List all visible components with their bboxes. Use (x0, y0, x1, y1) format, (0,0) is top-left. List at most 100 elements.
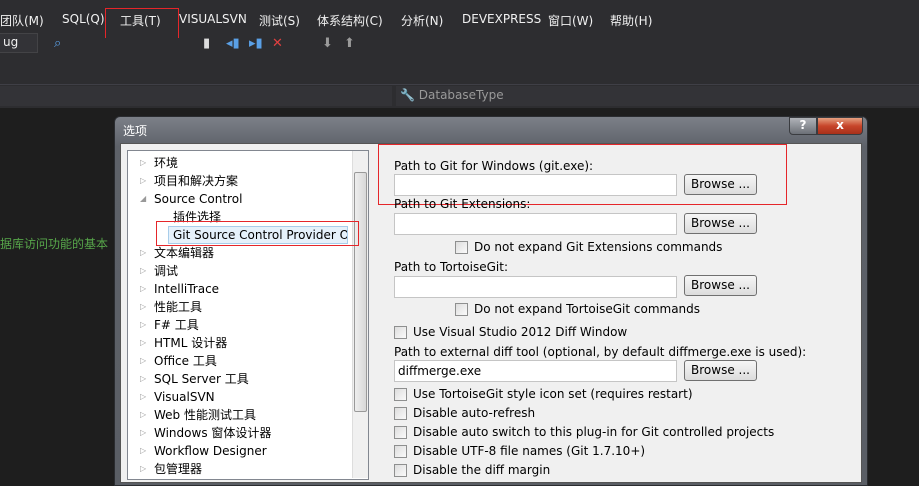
next-bookmark-icon[interactable]: ▸▮ (249, 36, 263, 51)
tree-item-label: 环境 (154, 156, 179, 170)
option-checkbox-label: Disable UTF-8 file names (Git 1.7.10+) (413, 444, 646, 458)
tree-item-label: VisualSVN (154, 390, 215, 404)
tree-item-label: Windows 窗体设计器 (154, 426, 272, 440)
option-checkbox[interactable] (394, 426, 407, 439)
arrow-down-icon[interactable]: ⬇ (322, 36, 333, 51)
expand-arrow-icon[interactable]: ▷ (140, 424, 146, 442)
option-checkbox-label: Use TortoiseGit style icon set (requires… (413, 387, 693, 401)
diff-path-label: Path to external diff tool (optional, by… (394, 345, 807, 359)
bookmark-icon[interactable]: ▮ (203, 36, 210, 51)
expand-arrow-icon[interactable]: ▷ (140, 298, 146, 316)
git-browse-button[interactable]: Browse ... (684, 174, 757, 195)
tree-item-label: 文本编辑器 (154, 246, 215, 260)
tree-item[interactable]: ▷ 性能工具 (128, 298, 202, 316)
git-path-input[interactable] (394, 174, 677, 196)
tree-item[interactable]: ▷ Workflow Designer (128, 442, 267, 460)
tree-item-label: 性能工具 (154, 300, 203, 314)
tgit-path-label: Path to TortoiseGit: (394, 260, 508, 274)
menu-visualsvn[interactable]: VISUALSVN (179, 12, 247, 26)
tree-item-label: HTML 设计器 (154, 336, 228, 350)
type-dropdown[interactable] (0, 86, 392, 106)
vs2012diff-checkbox[interactable] (394, 326, 407, 339)
option-checkbox[interactable] (394, 445, 407, 458)
expand-arrow-icon[interactable]: ▷ (140, 316, 146, 334)
menu-bar: 团队(M) SQL(Q) 工具(T) VISUALSVN 测试(S) 体系结构(… (0, 0, 919, 39)
expand-arrow-icon[interactable]: ▷ (140, 370, 146, 388)
gitext-noexpand-label: Do not expand Git Extensions commands (474, 240, 723, 254)
tree-item[interactable]: ▷ 项目和解决方案 (128, 172, 238, 190)
solution-config-dropdown[interactable]: ug (0, 33, 38, 53)
tree-item-label: Office 工具 (154, 354, 217, 368)
menu-team[interactable]: 团队(M) (0, 12, 44, 29)
arrow-up-icon[interactable]: ⬆ (344, 36, 355, 51)
tree-item[interactable]: ▷ 调试 (128, 262, 178, 280)
tree-item[interactable]: ▷ VisualSVN (128, 388, 215, 406)
member-dropdown[interactable]: 🔧 DatabaseType (396, 86, 919, 106)
menu-window[interactable]: 窗口(W) (548, 12, 593, 29)
tree-item[interactable]: ▷ 文本编辑器 (128, 244, 214, 262)
tgit-noexpand-checkbox[interactable] (455, 303, 468, 316)
tgit-noexpand-label: Do not expand TortoiseGit commands (474, 302, 701, 316)
close-button[interactable]: x (817, 117, 863, 135)
menu-test[interactable]: 测试(S) (259, 12, 300, 29)
clear-bookmarks-icon[interactable]: ✕ (272, 36, 283, 51)
menu-sql[interactable]: SQL(Q) (62, 12, 105, 26)
tree-item-label: 项目和解决方案 (154, 174, 239, 188)
menu-devexpress[interactable]: DEVEXPRESS (462, 12, 541, 26)
expand-arrow-icon[interactable]: ▷ (140, 262, 146, 280)
menu-help[interactable]: 帮助(H) (610, 12, 652, 29)
diff-browse-button[interactable]: Browse ... (684, 360, 757, 381)
tree-item[interactable]: ▷ IntelliTrace (128, 280, 219, 298)
option-checkbox-label: Disable the diff margin (413, 463, 551, 477)
scrollbar-thumb[interactable] (354, 172, 367, 412)
tree-item[interactable]: ▷ Web 性能测试工具 (128, 406, 256, 424)
diff-path-input[interactable]: diffmerge.exe (394, 360, 677, 382)
tree-item-label: IntelliTrace (154, 282, 220, 296)
expand-arrow-icon[interactable]: ▷ (140, 334, 146, 352)
option-checkbox[interactable] (394, 464, 407, 477)
code-comment: 据库访问功能的基本 (0, 237, 109, 251)
expand-arrow-icon[interactable]: ▷ (140, 406, 146, 424)
tgit-path-input[interactable] (394, 276, 677, 298)
gitext-browse-button[interactable]: Browse ... (684, 213, 757, 234)
expand-arrow-icon[interactable]: ▷ (140, 154, 146, 172)
tree-item[interactable]: ▷ HTML 设计器 (128, 334, 227, 352)
gitext-noexpand-checkbox[interactable] (455, 241, 468, 254)
prev-bookmark-icon[interactable]: ◂▮ (226, 36, 240, 51)
gitext-path-input[interactable] (394, 213, 677, 235)
tree-item-label: Source Control (154, 192, 243, 206)
expand-arrow-icon[interactable]: ▷ (140, 460, 146, 478)
tree-item-label: SQL Server 工具 (154, 372, 249, 386)
tree-item-label: F# 工具 (154, 318, 199, 332)
option-checkbox[interactable] (394, 407, 407, 420)
tree-item[interactable]: ▷ 包管理器 (128, 460, 202, 478)
expand-arrow-icon[interactable]: ▷ (140, 442, 146, 460)
expand-arrow-icon[interactable]: ▷ (140, 352, 146, 370)
tree-item-label: 包管理器 (154, 462, 203, 476)
find-icon[interactable]: ⌕ (54, 36, 61, 51)
collapse-arrow-icon[interactable]: ◢ (140, 190, 146, 208)
expand-arrow-icon[interactable]: ▷ (140, 244, 146, 262)
expand-arrow-icon[interactable]: ▷ (140, 388, 146, 406)
tree-item[interactable]: ▷ F# 工具 (128, 316, 199, 334)
help-button[interactable]: ? (789, 117, 817, 135)
dialog-title: 选项 (123, 124, 148, 138)
tree-item[interactable]: ◢ Source Control (128, 190, 242, 208)
tree-item[interactable]: ▷ 环境 (128, 154, 178, 172)
highlight-box (105, 8, 179, 39)
tree-item[interactable]: ▷ Windows 窗体设计器 (128, 424, 271, 442)
toolbar (0, 38, 919, 84)
option-checkbox[interactable] (394, 388, 407, 401)
highlight-box (156, 221, 359, 246)
expand-arrow-icon[interactable]: ▷ (140, 280, 146, 298)
tgit-browse-button[interactable]: Browse ... (684, 275, 757, 296)
option-checkbox-label: Disable auto-refresh (413, 406, 536, 420)
menu-architecture[interactable]: 体系结构(C) (317, 12, 383, 29)
menu-analyze[interactable]: 分析(N) (401, 12, 443, 29)
tree-item[interactable]: ▷ Office 工具 (128, 352, 217, 370)
tree-item-label: 调试 (154, 264, 179, 278)
git-path-label: Path to Git for Windows (git.exe): (394, 159, 594, 173)
tree-item[interactable]: ▷ SQL Server 工具 (128, 370, 249, 388)
expand-arrow-icon[interactable]: ▷ (140, 172, 146, 190)
option-checkbox-label: Disable auto switch to this plug-in for … (413, 425, 775, 439)
